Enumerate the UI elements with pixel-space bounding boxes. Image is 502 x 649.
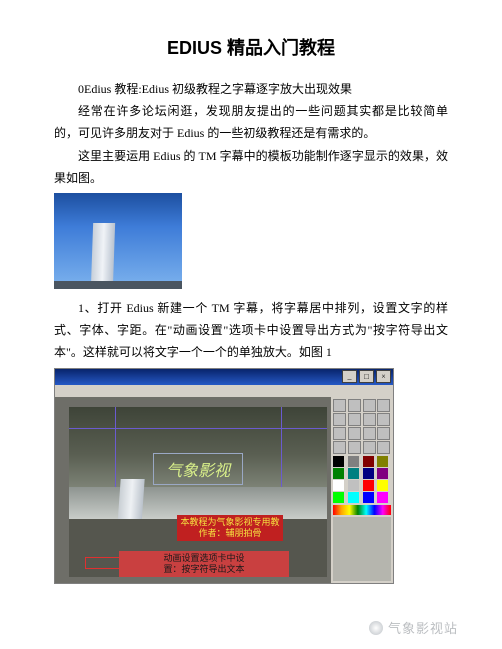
window-titlebar: _ □ ×: [55, 369, 393, 385]
tool-icon[interactable]: [363, 413, 376, 426]
document-title: EDIUS 精品入门教程: [54, 34, 448, 60]
tool-icon[interactable]: [377, 441, 390, 454]
swatch[interactable]: [333, 456, 344, 467]
swatch[interactable]: [363, 468, 374, 479]
tool-icon[interactable]: [333, 427, 346, 440]
tool-icon[interactable]: [348, 427, 361, 440]
annotation-author: 本教程为气象影视专用教 作者：辅朋拍骨: [177, 515, 283, 541]
guide-line: [69, 428, 327, 429]
window-menubar: [55, 385, 393, 397]
figure-1: [54, 193, 448, 289]
swatch[interactable]: [377, 468, 388, 479]
skyline-strip: [54, 281, 182, 289]
sidebar-lower: [333, 517, 391, 581]
tool-icon[interactable]: [377, 399, 390, 412]
watermark-icon: [369, 621, 383, 635]
swatch[interactable]: [363, 480, 374, 491]
paragraph-intro: 0Edius 教程:Edius 初级教程之字幕逐字放大出现效果: [54, 78, 448, 100]
swatch[interactable]: [348, 468, 359, 479]
swatch[interactable]: [377, 492, 388, 503]
maximize-button[interactable]: □: [359, 370, 374, 383]
tool-icon[interactable]: [377, 427, 390, 440]
tool-sidebar: [331, 397, 393, 583]
paragraph-step1: 1、打开 Edius 新建一个 TM 字幕，将字幕居中排列，设置文字的样式、字体…: [54, 297, 448, 364]
swatch[interactable]: [333, 468, 344, 479]
tool-icon-grid: [333, 399, 391, 454]
watermark-text: 气象影视站: [388, 621, 458, 636]
tool-icon[interactable]: [348, 441, 361, 454]
swatch[interactable]: [333, 480, 344, 491]
tool-icon[interactable]: [363, 399, 376, 412]
tool-icon[interactable]: [333, 441, 346, 454]
swatch[interactable]: [377, 456, 388, 467]
annotation-line: 本教程为气象影视专用教: [180, 517, 279, 527]
close-button[interactable]: ×: [376, 370, 391, 383]
editor-main: 气象影视 本教程为气象影视专用教 作者：辅朋拍骨 动画设置选项卡中设 置：按字符…: [55, 397, 331, 583]
swatch[interactable]: [348, 456, 359, 467]
figure-1-image: [54, 193, 182, 289]
swatch[interactable]: [348, 492, 359, 503]
page-watermark: 气象影视站: [369, 618, 458, 637]
building-shape: [91, 223, 115, 289]
annotation-line: 置：按字符导出文本: [163, 564, 244, 575]
figure-2: _ □ × 气象影视: [54, 368, 448, 584]
paragraph-2: 经常在许多论坛闲逛，发现朋友提出的一些问题其实都是比较简单的，可见许多朋友对于 …: [54, 100, 448, 144]
swatch[interactable]: [377, 480, 388, 491]
annotation-line: 动画设置选项卡中设: [163, 553, 244, 564]
tool-icon[interactable]: [333, 399, 346, 412]
tool-icon[interactable]: [363, 441, 376, 454]
preview-canvas[interactable]: 气象影视: [69, 407, 327, 527]
minimize-button[interactable]: _: [342, 370, 357, 383]
color-palette: [333, 456, 391, 503]
tool-icon[interactable]: [348, 399, 361, 412]
annotation-instruction: 动画设置选项卡中设 置：按字符导出文本: [119, 551, 289, 577]
tool-icon[interactable]: [333, 413, 346, 426]
tool-icon[interactable]: [363, 427, 376, 440]
paragraph-3: 这里主要运用 Edius 的 TM 字幕中的模板功能制作逐字显示的效果，效果如图…: [54, 145, 448, 189]
subtitle-text-box[interactable]: 气象影视: [153, 453, 243, 485]
swatch[interactable]: [333, 492, 344, 503]
swatch[interactable]: [363, 456, 374, 467]
swatch[interactable]: [363, 492, 374, 503]
edius-screenshot: _ □ × 气象影视: [54, 368, 394, 584]
hue-bar[interactable]: [333, 505, 391, 515]
annotation-line: 作者：辅朋拍骨: [198, 528, 261, 538]
tool-icon[interactable]: [377, 413, 390, 426]
swatch[interactable]: [348, 480, 359, 491]
tool-icon[interactable]: [348, 413, 361, 426]
highlight-box: [85, 557, 121, 569]
